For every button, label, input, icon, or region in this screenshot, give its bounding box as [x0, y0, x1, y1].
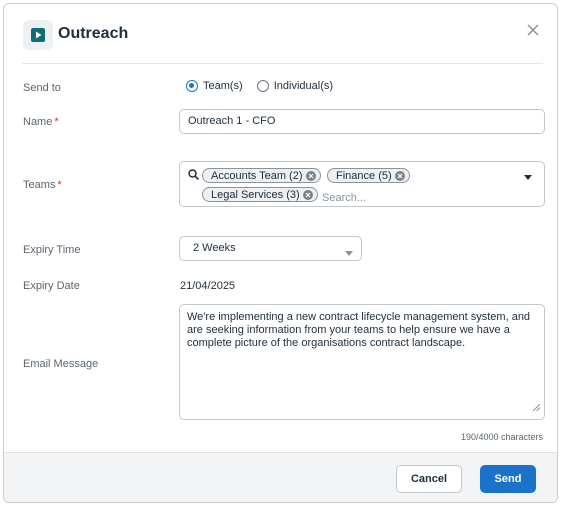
teams-label: Teams * — [23, 179, 62, 191]
cancel-button[interactable]: Cancel — [396, 465, 462, 493]
expiry-time-select[interactable]: 2 Weeks — [179, 236, 362, 261]
team-pill-label: Finance (5) — [336, 169, 392, 182]
email-message-textarea[interactable]: We're implementing a new contract lifecy… — [179, 304, 545, 420]
resize-handle-icon[interactable] — [532, 402, 541, 415]
expiry-date-value: 21/04/2025 — [180, 280, 236, 292]
expiry-time-label: Expiry Time — [23, 244, 81, 256]
caret-down-icon[interactable] — [524, 171, 532, 183]
radio-individuals-label: Individual(s) — [273, 80, 334, 92]
name-label: Name * — [23, 116, 59, 128]
email-message-label: Email Message — [23, 358, 99, 370]
dialog-footer: Cancel Send — [4, 452, 557, 502]
team-pill-label: Legal Services (3) — [211, 188, 300, 201]
teams-label-text: Teams — [23, 179, 56, 191]
radio-teams[interactable]: Team(s) — [186, 80, 243, 92]
teams-multiselect[interactable]: Accounts Team (2) Finance (5) Legal Serv… — [179, 161, 545, 207]
expiry-date-label: Expiry Date — [23, 280, 80, 292]
email-message-text: We're implementing a new contract lifecy… — [187, 311, 531, 349]
remove-pill-icon[interactable] — [394, 170, 405, 181]
team-pill: Legal Services (3) — [202, 187, 318, 202]
dialog-header: Outreach — [4, 4, 557, 64]
team-pill: Accounts Team (2) — [202, 168, 321, 183]
name-input[interactable]: Outreach 1 - CFO — [179, 109, 545, 134]
play-tile-icon — [23, 20, 53, 50]
remove-pill-icon[interactable] — [302, 189, 313, 200]
send-to-label: Send to — [23, 82, 61, 94]
required-mark: * — [54, 116, 59, 128]
header-divider — [22, 63, 543, 64]
team-pill: Finance (5) — [327, 168, 410, 183]
radio-individuals[interactable]: Individual(s) — [256, 80, 334, 92]
dialog-title: Outreach — [58, 25, 129, 42]
radio-teams-label: Team(s) — [203, 80, 243, 92]
expiry-time-value: 2 Weeks — [193, 242, 236, 254]
chevron-down-icon — [345, 247, 353, 259]
send-to-radio-group: Team(s) Individual(s) — [186, 80, 347, 92]
send-button[interactable]: Send — [480, 465, 536, 493]
close-icon[interactable] — [523, 20, 543, 40]
outreach-dialog: Outreach Send to Team(s) Individual(s) N… — [3, 3, 558, 503]
teams-search-input[interactable]: Search... — [322, 192, 366, 204]
name-label-text: Name — [23, 116, 53, 128]
radio-selected-icon — [186, 80, 198, 92]
team-pill-label: Accounts Team (2) — [211, 169, 303, 182]
required-mark: * — [57, 179, 62, 191]
radio-unselected-icon — [256, 80, 269, 92]
search-icon — [188, 169, 200, 183]
character-count: 190/4000 characters — [460, 432, 543, 442]
remove-pill-icon[interactable] — [305, 170, 316, 181]
